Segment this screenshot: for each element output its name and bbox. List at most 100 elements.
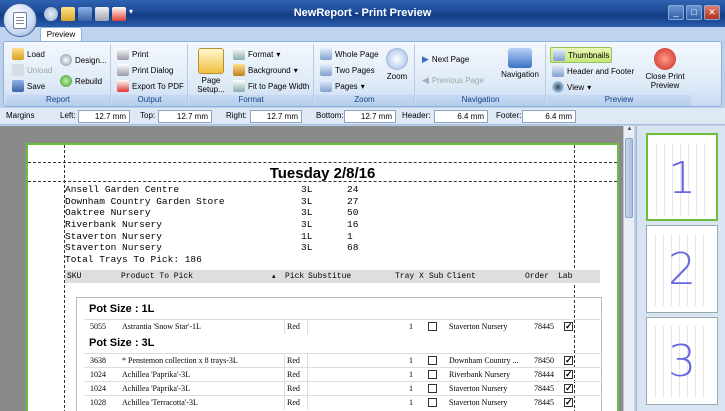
lab-checkbox[interactable] (564, 396, 573, 409)
report-page: Tuesday 2/8/16 Ansell Garden Centre 3L 24 … (26, 143, 619, 411)
format-icon (233, 48, 245, 60)
report-title: Tuesday 2/8/16 (269, 165, 376, 182)
col-lab: Lab (558, 272, 573, 281)
whole-page-icon (320, 48, 332, 60)
scroll-up-icon[interactable]: ▲ (625, 126, 634, 136)
close-print-preview-button[interactable]: Close Print Preview (641, 48, 689, 90)
sub-checkbox[interactable] (428, 398, 437, 407)
col-substitue: Substitue (308, 272, 352, 281)
view-dropdown[interactable]: View ▾ (552, 81, 591, 93)
page-thumbnail-1[interactable]: 1 (646, 133, 718, 221)
export-pdf-button[interactable]: Export To PDF (117, 80, 184, 92)
format-dropdown[interactable]: Format ▾ (233, 48, 280, 60)
left-margin-label: Left: (60, 111, 76, 120)
pdf-icon (117, 80, 129, 92)
open-icon[interactable] (61, 7, 75, 21)
unload-icon (12, 64, 24, 76)
background-dropdown[interactable]: Background ▾ (233, 64, 298, 76)
pages-dropdown[interactable]: Pages ▾ (320, 80, 365, 92)
top-margin-input[interactable]: 12.7 mm (158, 110, 212, 123)
group-label-output: Output (112, 95, 187, 106)
col-client: Client (447, 272, 476, 281)
left-margin-input[interactable]: 12.7 mm (78, 110, 130, 123)
save-icon (12, 80, 24, 92)
lab-checkbox[interactable] (564, 320, 573, 333)
page-thumbnail-3[interactable]: 3 (646, 317, 718, 405)
settings-icon[interactable] (44, 7, 58, 21)
chevron-down-icon: ▾ (276, 49, 281, 59)
scrollbar-thumb[interactable] (625, 138, 633, 218)
application-button[interactable] (3, 3, 37, 37)
page-setup-button[interactable]: Page Setup... (193, 48, 229, 94)
ribbon: Load Unload Save Design... Rebuild Repor… (3, 41, 722, 107)
pdf-icon[interactable] (112, 7, 126, 21)
zoom-button[interactable]: Zoom (383, 48, 411, 81)
chevron-down-icon: ▾ (587, 82, 592, 92)
total-trays: Total Trays To Pick: 186 (65, 254, 202, 265)
whole-page-button[interactable]: Whole Page (320, 48, 379, 60)
lab-checkbox[interactable] (564, 382, 573, 395)
print-button[interactable]: Print (117, 48, 148, 60)
col-sku: SKU (67, 272, 82, 281)
print-dialog-button[interactable]: Print Dialog (117, 64, 173, 76)
maximize-button[interactable]: □ (686, 5, 702, 20)
group-label-format: Format (189, 95, 313, 106)
eye-icon (552, 81, 564, 93)
tab-preview[interactable]: Preview (40, 27, 82, 42)
unload-button[interactable]: Unload (12, 64, 52, 76)
lab-checkbox[interactable] (564, 368, 573, 381)
bottom-margin-input[interactable]: 12.7 mm (344, 110, 396, 123)
fit-width-icon (233, 80, 245, 92)
load-button[interactable]: Load (12, 48, 45, 60)
print-icon[interactable] (95, 7, 109, 21)
printer-icon (117, 48, 129, 60)
sub-checkbox[interactable] (428, 356, 437, 365)
save-button[interactable]: Save (12, 80, 45, 92)
header-margin-input[interactable]: 6.4 mm (434, 110, 488, 123)
vertical-scrollbar[interactable]: ▲ (623, 126, 634, 411)
table-row: 1024 Achillea 'Paprika'-3L Red 1 Stavert… (84, 381, 603, 396)
print-dialog-icon (117, 64, 129, 76)
minimize-button[interactable]: _ (668, 5, 684, 20)
column-header-row: SKU Product To Pick ▲ Pick Substitue Tra… (65, 270, 600, 283)
lab-checkbox[interactable] (564, 354, 573, 367)
table-row: 1024 Achillea 'Paprika'-3L Red 1 Riverba… (84, 367, 603, 382)
group-heading: Pot Size : 1L (89, 303, 155, 315)
navigation-button[interactable]: Navigation (498, 48, 542, 79)
sub-checkbox[interactable] (428, 322, 437, 331)
document-icon (13, 11, 27, 29)
right-margin-input[interactable]: 12.7 mm (250, 110, 302, 123)
save-icon[interactable] (78, 7, 92, 21)
close-window-button[interactable]: ✕ (704, 5, 720, 20)
customize-qat-icon[interactable]: ▾ (129, 7, 137, 21)
close-icon (654, 48, 676, 70)
design-button[interactable]: Design... (60, 54, 107, 66)
group-label-report: Report (6, 95, 110, 106)
col-sub: Sub (429, 272, 444, 281)
pages-icon (320, 80, 332, 92)
sub-checkbox[interactable] (428, 370, 437, 379)
rebuild-button[interactable]: Rebuild (60, 75, 102, 87)
next-page-button[interactable]: ▶ Next Page (422, 54, 469, 65)
header-footer-button[interactable]: Header and Footer (552, 65, 634, 77)
sub-checkbox[interactable] (428, 384, 437, 393)
table-row: 5055 Astrantia 'Snow Star'-1L Red 1 Stav… (84, 319, 603, 334)
top-margin-guide (28, 162, 617, 163)
navigation-icon (508, 48, 532, 68)
group-label-navigation: Navigation (416, 95, 545, 106)
page-thumbnail-2[interactable]: 2 (646, 225, 718, 313)
col-product: Product To Pick (121, 272, 194, 281)
footer-margin-input[interactable]: 6.4 mm (522, 110, 576, 123)
margins-label: Margins (6, 111, 35, 120)
group-label-zoom: Zoom (315, 95, 414, 106)
fit-page-width-button[interactable]: Fit to Page Width (233, 80, 309, 92)
two-pages-icon (320, 64, 332, 76)
two-pages-button[interactable]: Two Pages (320, 64, 375, 76)
thumbnails-toggle[interactable]: Thumbnails (550, 47, 613, 63)
load-icon (12, 48, 24, 60)
col-pick: Pick (285, 272, 305, 281)
rebuild-icon (60, 75, 72, 87)
previous-page-button[interactable]: ◀ Previous Page (422, 75, 484, 86)
sort-asc-icon: ▲ (272, 273, 276, 280)
right-margin-label: Right: (226, 111, 247, 120)
